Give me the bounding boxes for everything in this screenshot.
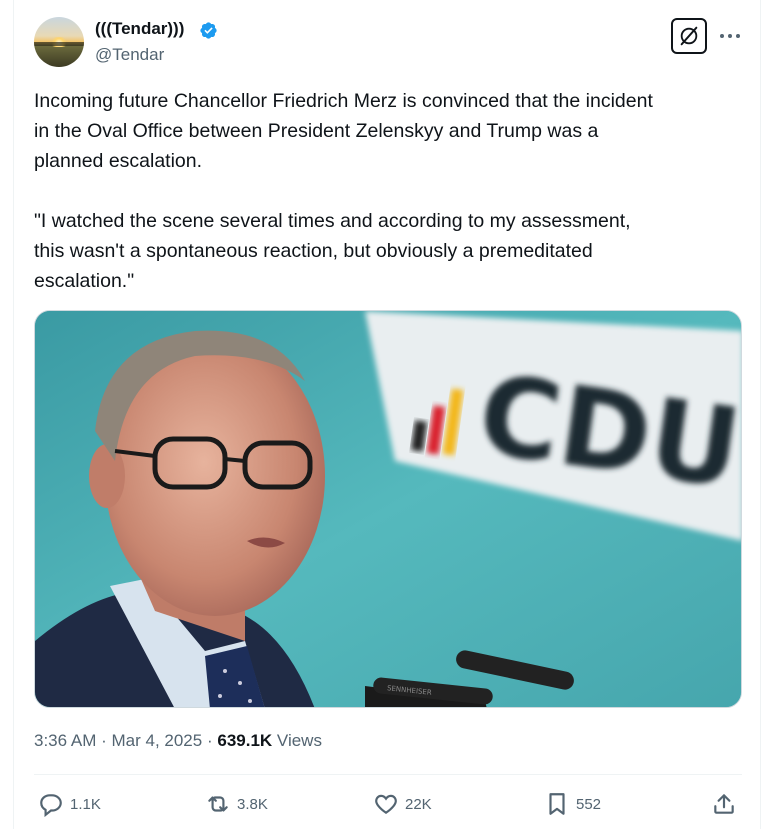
photo-illustration: CDU SENNHEISER (35, 311, 741, 707)
tweet-time[interactable]: 3:36 AM (34, 731, 96, 750)
bookmark-count: 552 (576, 795, 602, 813)
verified-badge-icon (200, 22, 217, 39)
grok-button[interactable] (671, 18, 707, 54)
reply-icon (40, 794, 62, 817)
share-icon (714, 794, 734, 814)
more-dots-icon (720, 34, 740, 38)
views-count: 639.1K (217, 731, 273, 750)
author-display-name[interactable]: (((Tendar))) (95, 18, 184, 40)
heart-icon (375, 794, 397, 814)
tweet-text: Incoming future Chancellor Friedrich Mer… (34, 90, 653, 292)
more-button[interactable] (716, 24, 744, 48)
bookmark-icon (549, 793, 565, 815)
grok-icon (680, 26, 698, 46)
like-button[interactable]: 22K (373, 790, 432, 818)
separator-dot: · (206, 731, 218, 750)
repost-button[interactable]: 3.8K (205, 790, 268, 818)
horizon-line (34, 42, 84, 46)
divider (34, 774, 742, 775)
avatar[interactable] (34, 17, 84, 67)
author-handle[interactable]: @Tendar (95, 44, 164, 66)
like-count: 22K (405, 795, 432, 813)
tweet-date[interactable]: Mar 4, 2025 (112, 731, 203, 750)
reply-count: 1.1K (70, 795, 101, 813)
tweet-image[interactable]: CDU SENNHEISER (34, 310, 742, 708)
tweet-timestamp: 3:36 AM · Mar 4, 2025 · 639.1K Views (34, 730, 322, 752)
repost-count: 3.8K (237, 795, 268, 813)
reply-button[interactable]: 1.1K (38, 790, 101, 818)
bookmark-button[interactable]: 552 (544, 790, 601, 818)
views-label: Views (276, 731, 322, 750)
separator-dot: · (101, 731, 112, 750)
share-button[interactable] (711, 790, 737, 818)
repost-icon (208, 796, 228, 812)
